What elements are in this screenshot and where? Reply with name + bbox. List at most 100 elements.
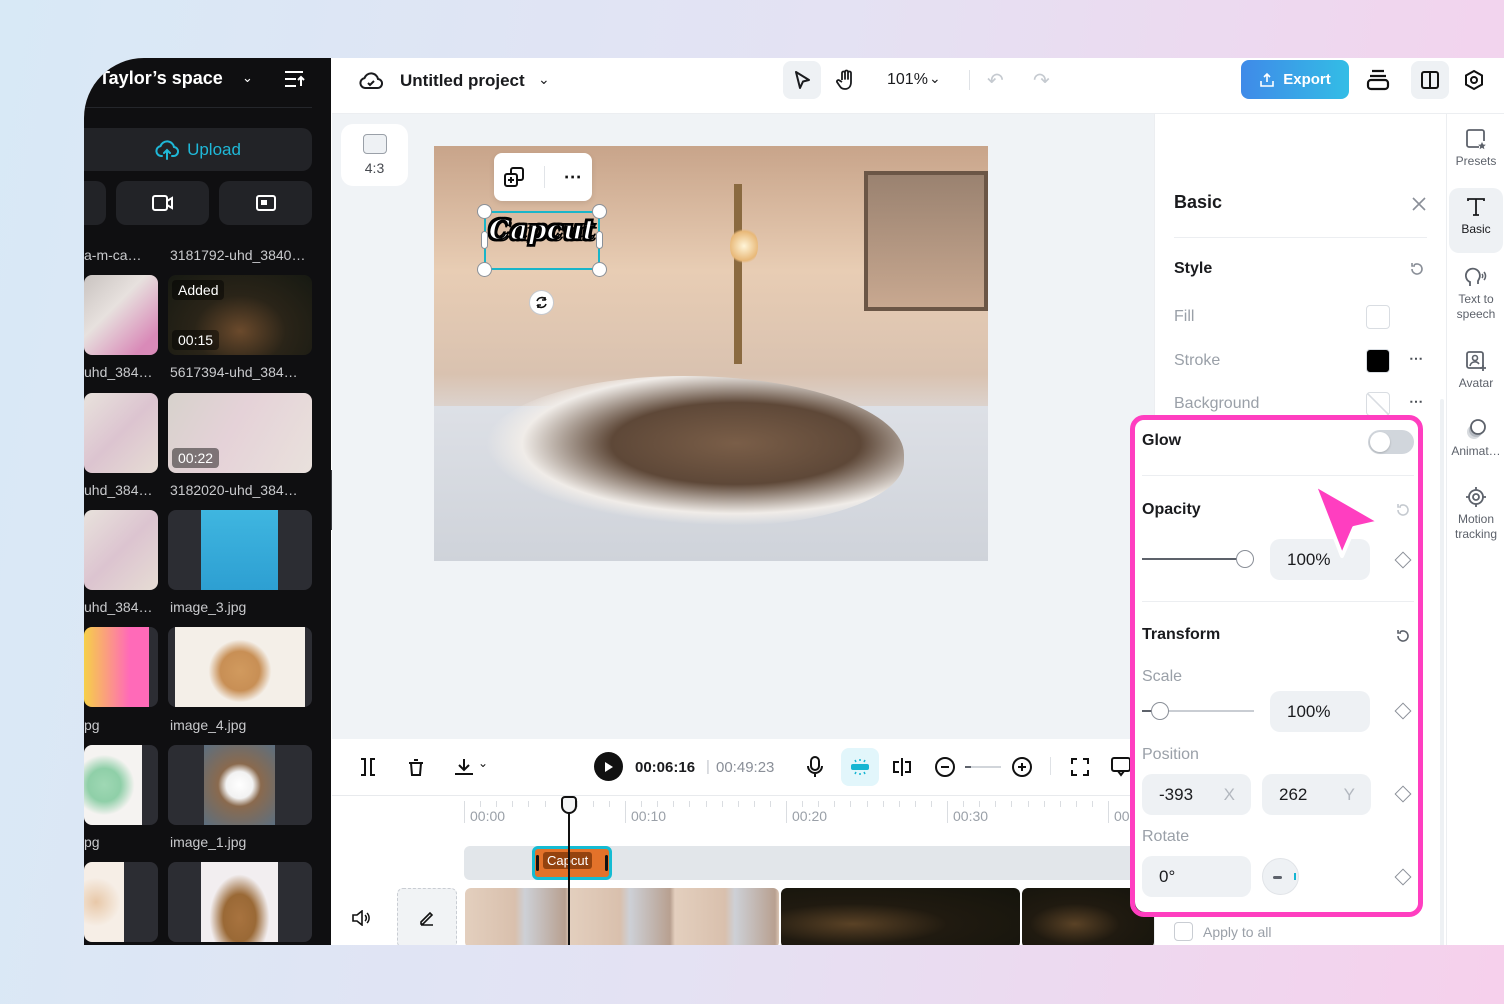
video-filter-button[interactable]: [116, 181, 209, 225]
zoom-in-icon[interactable]: [1011, 756, 1033, 778]
side-handle[interactable]: [596, 231, 603, 249]
resize-handle[interactable]: [592, 262, 607, 277]
media-thumbnail[interactable]: [84, 627, 158, 707]
workspace-title[interactable]: a Taylor’s space: [84, 68, 223, 89]
project-title[interactable]: Untitled project: [400, 71, 525, 91]
video-clip[interactable]: [781, 888, 1020, 945]
trash-icon[interactable]: [406, 757, 426, 777]
rotate-handle[interactable]: [529, 290, 554, 315]
sort-icon[interactable]: [284, 70, 306, 88]
media-thumbnail[interactable]: [168, 745, 312, 825]
media-type-button[interactable]: [84, 181, 106, 225]
aspect-ratio-button[interactable]: 4:3: [341, 124, 408, 186]
rail-item-avatar[interactable]: Avatar: [1449, 350, 1503, 391]
resize-handle[interactable]: [592, 204, 607, 219]
reset-icon[interactable]: [1409, 261, 1425, 277]
resize-handle[interactable]: [477, 262, 492, 277]
split-clip-icon[interactable]: [891, 757, 913, 777]
download-icon[interactable]: [453, 757, 475, 777]
media-thumbnail[interactable]: [168, 862, 312, 942]
scale-input[interactable]: 100%: [1270, 691, 1370, 732]
glow-toggle[interactable]: [1368, 430, 1414, 454]
video-preview[interactable]: [434, 146, 988, 561]
select-tool-button[interactable]: [783, 61, 821, 99]
trim-handle-left[interactable]: [536, 855, 539, 871]
layers-stack-icon[interactable]: [1366, 69, 1390, 91]
image-filter-button[interactable]: [219, 181, 312, 225]
playhead[interactable]: [568, 806, 570, 945]
upload-button[interactable]: Upload: [84, 128, 312, 171]
text-selection-box[interactable]: Capcut: [477, 204, 607, 277]
coffee-image: [204, 745, 275, 825]
media-thumbnail[interactable]: 00:22: [168, 393, 312, 473]
timeline[interactable]: 00:00 00:10 00:20 00:30 00 Capcut: [332, 796, 1154, 945]
zoom-out-icon[interactable]: [934, 756, 956, 778]
hand-tool-button[interactable]: [827, 61, 865, 99]
more-options-icon[interactable]: ⋯: [1409, 350, 1424, 367]
media-thumbnail[interactable]: [84, 393, 158, 473]
play-button[interactable]: [594, 752, 623, 781]
microphone-icon[interactable]: [805, 755, 825, 779]
duplicate-icon[interactable]: [503, 166, 525, 188]
cloud-upload-icon: [155, 139, 180, 160]
zoom-level[interactable]: 101%: [887, 71, 928, 89]
fill-color-swatch[interactable]: [1366, 305, 1390, 329]
resize-handle[interactable]: [477, 204, 492, 219]
side-handle[interactable]: [481, 231, 488, 249]
fullscreen-icon[interactable]: [1070, 757, 1090, 777]
chevron-down-icon[interactable]: ⌄: [478, 756, 488, 770]
more-options-icon[interactable]: ⋯: [564, 167, 583, 188]
playhead-handle[interactable]: [561, 796, 577, 814]
auto-snap-button[interactable]: [841, 748, 879, 786]
video-clip[interactable]: [465, 888, 779, 945]
edit-cover-button[interactable]: [397, 888, 457, 945]
volume-icon[interactable]: [351, 910, 371, 926]
caption-icon[interactable]: [1110, 756, 1132, 778]
rotation-dial[interactable]: [1262, 858, 1299, 895]
text-overlay[interactable]: Capcut: [486, 214, 598, 247]
hand-icon: [836, 69, 852, 90]
text-clip[interactable]: Capcut: [532, 846, 612, 880]
media-thumbnail[interactable]: [168, 510, 312, 590]
split-icon[interactable]: [359, 757, 377, 777]
panel-scrollbar[interactable]: [1440, 399, 1444, 945]
scale-slider[interactable]: [1142, 702, 1254, 720]
timeline-zoom-slider[interactable]: [965, 766, 1001, 768]
chevron-down-icon[interactable]: ⌄: [242, 70, 253, 86]
more-options-icon[interactable]: ⋯: [1409, 393, 1424, 410]
media-thumbnail[interactable]: [168, 627, 312, 707]
media-thumbnail[interactable]: [84, 745, 158, 825]
rail-item-motion-tracking[interactable]: Motion tracking: [1449, 486, 1503, 542]
close-icon[interactable]: [1411, 196, 1427, 212]
media-thumbnail[interactable]: Added 00:15: [168, 275, 312, 355]
undo-icon[interactable]: ↶: [987, 68, 1004, 93]
rotate-input[interactable]: 0°: [1142, 856, 1251, 897]
opacity-slider[interactable]: [1142, 550, 1254, 568]
stroke-color-swatch[interactable]: [1366, 349, 1390, 373]
rail-item-animation[interactable]: Animat…: [1449, 418, 1503, 459]
rail-label: Avatar: [1458, 376, 1494, 390]
background-color-swatch[interactable]: [1366, 392, 1390, 416]
slider-knob[interactable]: [1151, 702, 1170, 720]
redo-icon[interactable]: ↷: [1033, 68, 1050, 93]
slider-knob[interactable]: [1236, 550, 1254, 568]
position-y-input[interactable]: 262 Y: [1262, 774, 1371, 815]
settings-hexagon-icon[interactable]: [1463, 69, 1485, 91]
trim-handle-right[interactable]: [605, 855, 608, 871]
reset-icon[interactable]: [1395, 628, 1411, 644]
export-button[interactable]: Export: [1241, 60, 1349, 99]
rail-item-text-to-speech[interactable]: Text to speech: [1449, 266, 1503, 322]
media-thumbnail[interactable]: [84, 275, 158, 355]
chevron-down-icon[interactable]: ⌄: [929, 70, 941, 87]
apply-to-all-checkbox[interactable]: [1174, 922, 1193, 941]
media-thumbnail[interactable]: [84, 510, 158, 590]
position-x-input[interactable]: -393 X: [1142, 774, 1251, 815]
panel-layout-button[interactable]: [1411, 61, 1449, 99]
media-thumbnail[interactable]: [84, 862, 158, 942]
rail-item-presets[interactable]: Presets: [1449, 128, 1503, 169]
rail-item-basic[interactable]: Basic: [1449, 188, 1503, 253]
chevron-down-icon[interactable]: ⌄: [538, 71, 550, 88]
reset-icon[interactable]: [1395, 502, 1411, 518]
ruler-major-tick: [464, 801, 465, 823]
cloud-saved-icon[interactable]: [359, 70, 383, 92]
